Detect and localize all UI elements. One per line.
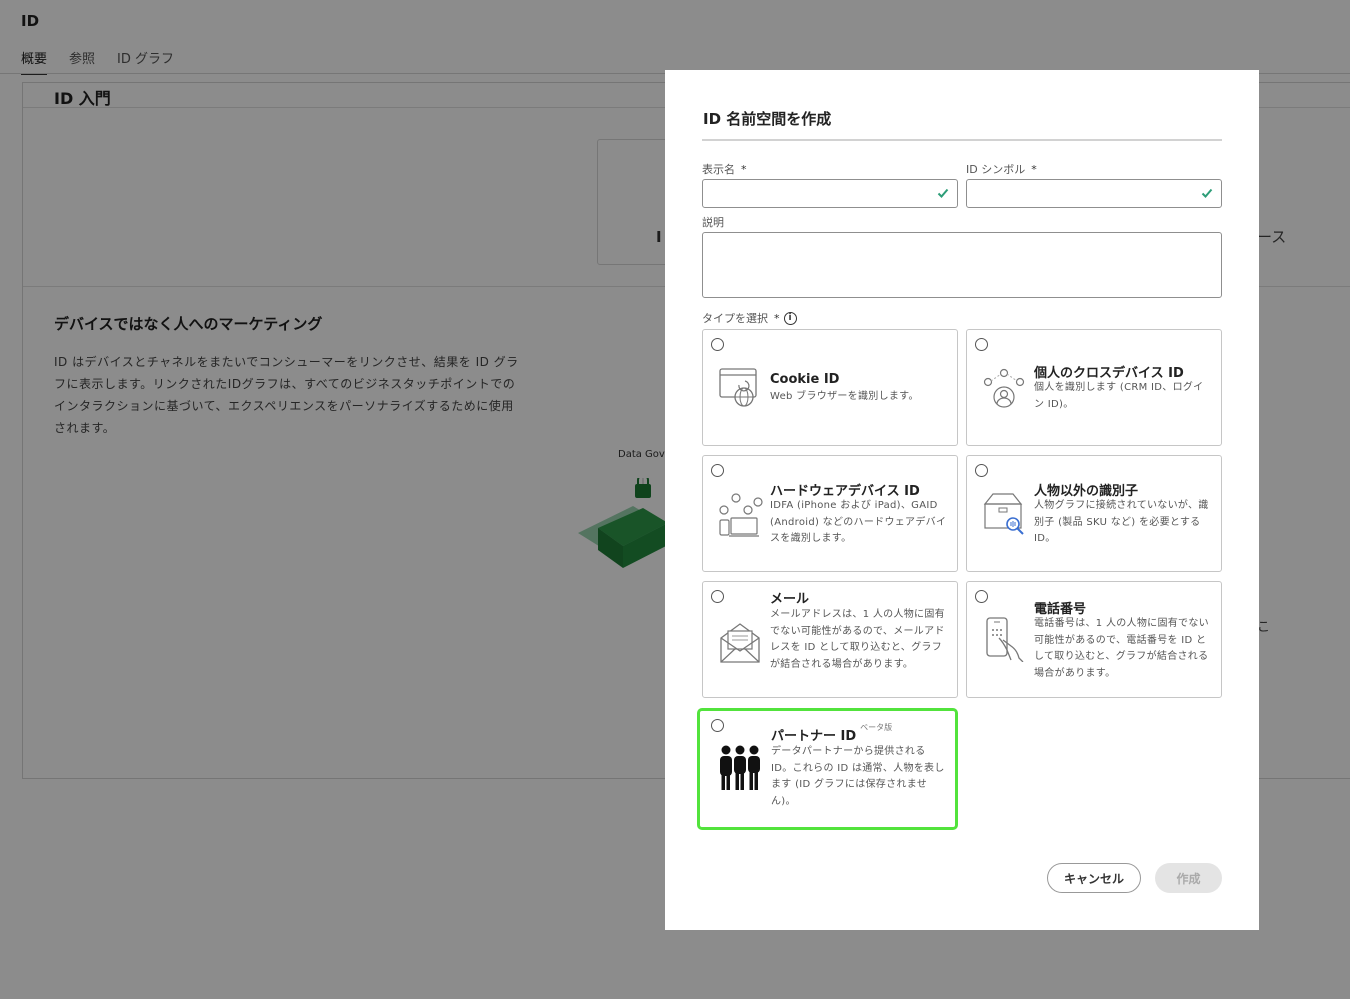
- radio-button[interactable]: [711, 719, 724, 732]
- display-name-label-text: 表示名: [702, 163, 735, 176]
- option-description: 人物グラフに接続されていないが、識別子 (製品 SKU など) を必要とする I…: [1034, 500, 1209, 544]
- create-button[interactable]: 作成: [1155, 863, 1222, 893]
- id-symbol-input[interactable]: [966, 179, 1222, 208]
- radio-button[interactable]: [711, 464, 724, 477]
- option-description: メールアドレスは、1 人の人物に固有でない可能性があるので、メールアドレスを I…: [770, 609, 945, 670]
- id-symbol-label: ID シンボル *: [966, 161, 1037, 177]
- option-title: 個人のクロスデバイス ID: [1034, 366, 1184, 381]
- required-marker: *: [774, 311, 780, 325]
- required-marker: *: [1031, 163, 1037, 176]
- type-select-label-text: タイプを選択: [702, 312, 768, 325]
- option-description: Web ブラウザーを識別します。: [770, 391, 919, 402]
- type-option-non-people-identifier[interactable]: 人物以外の識別子 人物グラフに接続されていないが、識別子 (製品 SKU など)…: [966, 455, 1222, 572]
- type-option-hardware-device-id[interactable]: ハードウェアデバイス ID IDFA (iPhone および iPad)、GAI…: [702, 455, 958, 572]
- option-description: データパートナーから提供される ID。これらの ID は通常、人物を表します (…: [771, 746, 945, 807]
- info-icon[interactable]: i: [783, 311, 797, 325]
- display-name-input[interactable]: [702, 179, 958, 208]
- beta-badge: ベータ版: [860, 723, 893, 732]
- type-option-cookie-id[interactable]: Cookie ID Web ブラウザーを識別します。: [702, 329, 958, 446]
- radio-button[interactable]: [711, 338, 724, 351]
- valid-check-icon: [1201, 188, 1213, 198]
- option-title: 人物以外の識別子: [1034, 484, 1139, 499]
- phone-hand-icon: [986, 617, 1024, 662]
- create-namespace-dialog: ID 名前空間を作成 表示名 * ID シンボル * 説明 タイプを選択 * i Co…: [665, 70, 1259, 930]
- id-symbol-label-text: ID シンボル: [966, 163, 1026, 176]
- type-option-cross-device-id[interactable]: 個人のクロスデバイス ID 個人を識別します (CRM ID、ログイン ID)。: [966, 329, 1222, 446]
- description-label: 説明: [702, 216, 724, 229]
- cookie-browser-icon: [719, 368, 757, 407]
- type-option-email[interactable]: メール メールアドレスは、1 人の人物に固有でない可能性があるので、メールアドレ…: [702, 581, 958, 698]
- option-title: 電話番号: [1034, 602, 1087, 617]
- envelope-icon: [720, 623, 760, 663]
- option-title: Cookie ID: [770, 372, 840, 387]
- option-description: 電話番号は、1 人の人物に固有でない可能性があるので、電話番号を ID として取…: [1034, 618, 1209, 679]
- description-textarea[interactable]: [702, 232, 1222, 298]
- option-title: ハードウェアデバイス ID: [770, 484, 920, 499]
- cancel-button[interactable]: キャンセル: [1047, 863, 1141, 893]
- radio-button[interactable]: [975, 590, 988, 603]
- people-group-icon: [720, 745, 760, 790]
- type-option-phone-number[interactable]: 電話番号 電話番号は、1 人の人物に固有でない可能性があるので、電話番号を ID…: [966, 581, 1222, 698]
- option-description: IDFA (iPhone および iPad)、GAID (Android) など…: [770, 500, 947, 544]
- dialog-title-divider: [702, 139, 1222, 141]
- radio-button[interactable]: [711, 590, 724, 603]
- required-marker: *: [741, 163, 747, 176]
- radio-button[interactable]: [975, 338, 988, 351]
- type-option-partner-id[interactable]: パートナー IDベータ版 データパートナーから提供される ID。これらの ID …: [697, 708, 958, 830]
- dialog-title: ID 名前空間を作成: [703, 110, 832, 128]
- option-description: 個人を識別します (CRM ID、ログイン ID)。: [1034, 382, 1204, 410]
- hardware-devices-icon: [719, 493, 763, 537]
- option-title-text: パートナー ID: [771, 729, 857, 744]
- radio-button[interactable]: [975, 464, 988, 477]
- option-title: メール: [770, 592, 810, 607]
- option-title: パートナー IDベータ版: [771, 723, 893, 744]
- type-select-label: タイプを選択 * i: [702, 310, 797, 326]
- valid-check-icon: [937, 188, 949, 198]
- box-search-icon: [983, 493, 1024, 535]
- person-network-icon: [983, 368, 1025, 408]
- display-name-label: 表示名 *: [702, 161, 747, 177]
